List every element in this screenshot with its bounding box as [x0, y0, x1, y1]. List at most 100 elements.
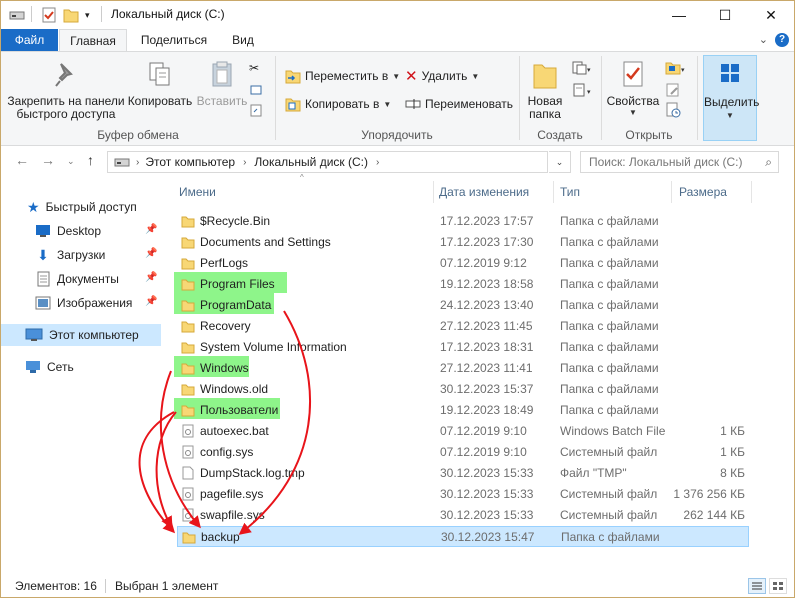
file-row[interactable]: Пользователи 19.12.2023 18:49 Папка с файл… [174, 398, 749, 421]
file-date: 19.12.2023 18:49 [440, 403, 534, 417]
forward-arrow-icon[interactable]: → [41, 152, 55, 168]
file-row[interactable]: backup 30.12.2023 15:47 Папка с файлами [177, 526, 749, 547]
history-icon[interactable] [665, 100, 681, 120]
drive-icon [9, 6, 25, 24]
file-name: autoexec.bat [200, 424, 269, 438]
new-item-icon[interactable]: ▾ [571, 58, 593, 78]
folder-icon [181, 298, 195, 315]
column-type[interactable]: Тип [560, 181, 580, 203]
help-icon[interactable]: ? [775, 33, 789, 47]
search-input[interactable]: Поиск: Локальный диск (C:) ⌕ [580, 151, 779, 173]
open-group-label: Открыть [625, 128, 673, 142]
new-folder-quick-icon[interactable] [63, 6, 79, 24]
nav-this-pc[interactable]: Этот компьютер [1, 324, 161, 346]
address-bar[interactable]: › Этот компьютер › Локальный диск (C:) › [107, 151, 548, 173]
file-date: 19.12.2023 18:58 [440, 277, 534, 291]
delete-button[interactable]: ✕ Удалить ▼ [405, 66, 479, 86]
column-date[interactable]: Дата изменения [439, 181, 529, 203]
file-date: 17.12.2023 18:31 [440, 340, 534, 354]
recent-locations-icon[interactable]: ⌄ [67, 156, 75, 167]
selection-count: Выбран 1 элемент [115, 579, 219, 593]
pin-icon[interactable]: 📌 [145, 248, 157, 259]
up-arrow-icon[interactable]: ↑ [87, 152, 94, 168]
file-name: Documents and Settings [200, 235, 331, 249]
file-type: Файл "TMP" [560, 466, 627, 480]
file-date: 30.12.2023 15:33 [440, 466, 534, 480]
details-view-icon[interactable] [748, 578, 766, 594]
cut-icon[interactable]: ✂ [249, 58, 259, 78]
close-button[interactable]: ✕ [748, 1, 794, 29]
properties-quick-icon[interactable] [41, 6, 57, 24]
properties-button[interactable]: Свойства ▼ [605, 60, 661, 117]
file-row[interactable]: Windows.old 30.12.2023 15:37 Папка с файла… [177, 379, 749, 400]
tab-home[interactable]: Главная [59, 29, 127, 52]
column-size[interactable]: Размера [679, 181, 727, 203]
file-type: Папка с файлами [560, 319, 659, 333]
new-folder-icon [533, 64, 557, 89]
breadcrumb-drive[interactable]: Локальный диск (C:) [254, 155, 368, 169]
file-row[interactable]: Recovery 27.12.2023 11:45 Папка с файлами [177, 316, 749, 337]
file-date: 27.12.2023 11:41 [440, 361, 533, 375]
file-date: 07.12.2019 9:10 [440, 424, 527, 438]
file-row[interactable]: $Recycle.Bin 17.12.2023 17:57 Папка с файл… [177, 211, 749, 232]
nav-documents[interactable]: Документы [35, 268, 119, 290]
pin-icon[interactable]: 📌 [145, 224, 157, 235]
file-row[interactable]: Documents and Settings 17.12.2023 17:30 Па… [177, 232, 749, 253]
tab-view[interactable]: Вид [223, 29, 263, 52]
select-button[interactable]: Выделить ▼ [703, 55, 759, 141]
move-to-button[interactable]: Переместить в ▼ [285, 66, 400, 86]
network-icon [26, 361, 40, 373]
copy-path-icon[interactable] [249, 80, 263, 100]
file-row[interactable]: autoexec.bat 07.12.2019 9:10 Windows Batch… [177, 421, 749, 442]
file-date: 17.12.2023 17:57 [440, 214, 534, 228]
rename-icon [405, 99, 421, 109]
nav-pictures[interactable]: Изображения [35, 292, 132, 314]
easy-access-icon[interactable]: ▾ [571, 80, 593, 100]
file-type: Системный файл [560, 445, 658, 459]
file-row[interactable]: DumpStack.log.tmp 30.12.2023 15:33 Файл "T… [177, 463, 749, 484]
pin-icon[interactable]: 📌 [145, 272, 157, 283]
paste-button[interactable]: Вставить [195, 60, 249, 108]
tab-share[interactable]: Поделиться [134, 29, 214, 52]
pin-icon[interactable]: 📌 [145, 296, 157, 307]
maximize-button[interactable]: ☐ [702, 1, 748, 29]
file-row[interactable]: Program Files 19.12.2023 18:58 Папка с фай… [174, 272, 749, 295]
tab-file[interactable]: Файл [1, 29, 58, 52]
back-arrow-icon[interactable]: ← [15, 152, 29, 168]
address-history-icon[interactable]: ⌄ [549, 151, 571, 173]
new-folder-button[interactable]: Новая папка [523, 60, 567, 121]
nav-downloads[interactable]: ⬇ Загрузки [35, 244, 105, 266]
file-row[interactable]: System Volume Information 17.12.2023 18:3… [177, 337, 749, 358]
system-file-icon [181, 487, 195, 504]
copy-button[interactable]: Копировать [127, 60, 193, 108]
pin-quick-access-button[interactable]: Закрепить на панели быстрого доступа [5, 60, 127, 121]
file-name: PerfLogs [200, 256, 249, 270]
file-name: Program Files [200, 277, 275, 291]
open-icon[interactable]: ▾ [665, 58, 687, 78]
copy-to-button[interactable]: Копировать в ▼ [285, 94, 391, 114]
file-row[interactable]: PerfLogs 07.12.2019 9:12 Папка с файлами [177, 253, 749, 274]
paste-shortcut-icon[interactable] [249, 100, 263, 120]
nav-desktop[interactable]: Desktop [35, 220, 101, 242]
nav-quick-access[interactable]: ★ Быстрый доступ [27, 196, 137, 218]
edit-icon[interactable] [665, 80, 681, 100]
file-row[interactable]: Windows 27.12.2023 11:41 Папка с файлами [174, 356, 749, 379]
nav-network[interactable]: Сеть [25, 356, 74, 378]
file-row[interactable]: swapfile.sys 30.12.2023 15:33 Системный фа… [177, 505, 749, 526]
file-row[interactable]: pagefile.sys 30.12.2023 15:33 Системный фа… [177, 484, 749, 505]
minimize-button[interactable]: — [656, 1, 702, 29]
chevron-down-icon[interactable]: ⌄ [759, 33, 768, 46]
breadcrumb-this-pc[interactable]: Этот компьютер [145, 155, 235, 169]
customize-quick-access-icon[interactable]: ▾ [85, 6, 90, 24]
navigation-bar: ← → ⌄ ↑ › Этот компьютер › Локальный дис… [1, 147, 794, 175]
file-date: 07.12.2019 9:10 [440, 445, 527, 459]
file-name: System Volume Information [200, 340, 347, 354]
file-row[interactable]: config.sys 07.12.2019 9:10 Системный файл 1… [177, 442, 749, 463]
rename-button[interactable]: Переименовать [405, 94, 513, 114]
file-row[interactable]: ProgramData 24.12.2023 13:40 Папка с файла… [174, 293, 749, 316]
large-icons-view-icon[interactable] [769, 578, 787, 594]
desktop-icon [36, 225, 50, 237]
system-file-icon [181, 424, 195, 441]
ribbon-tabs: Файл Главная Поделиться Вид ⌄ ? [1, 29, 794, 52]
column-name[interactable]: Имени [179, 181, 216, 203]
